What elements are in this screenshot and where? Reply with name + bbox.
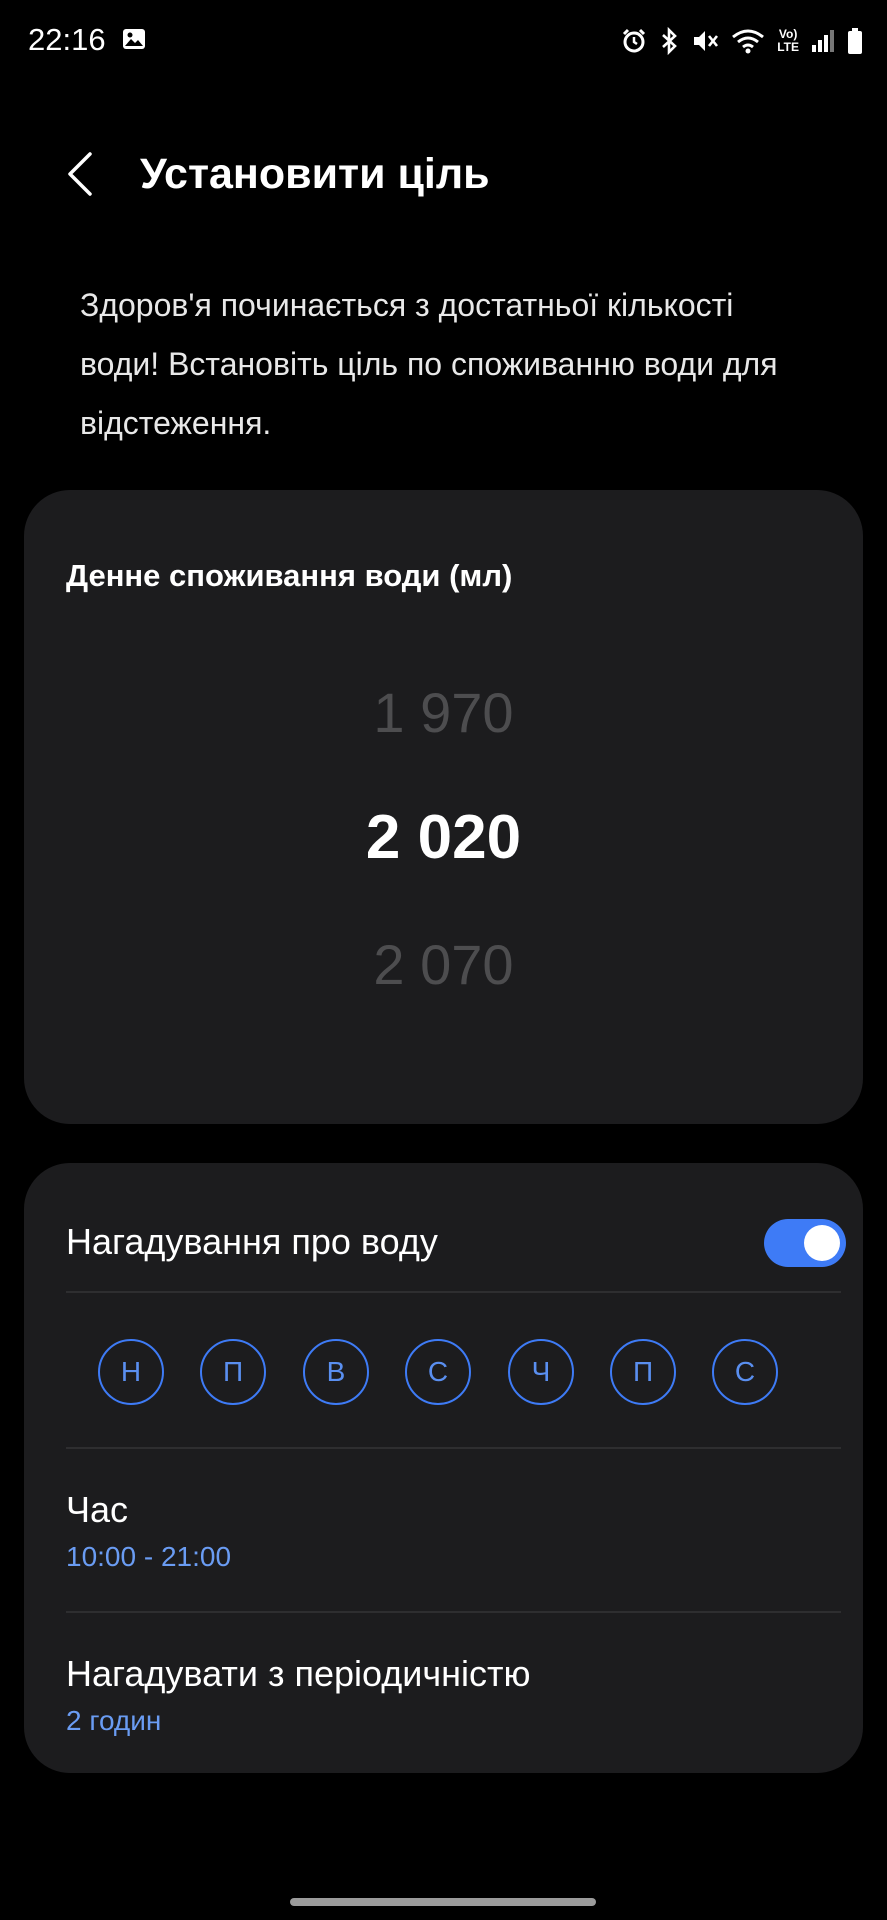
volte-bottom-label: LTE: [777, 40, 799, 54]
day-friday[interactable]: П: [610, 1339, 676, 1405]
day-monday[interactable]: П: [200, 1339, 266, 1405]
reminder-time-row[interactable]: Час 10:00 - 21:00: [66, 1489, 846, 1573]
divider: [66, 1447, 841, 1449]
gallery-icon: [122, 28, 146, 50]
chevron-left-icon: [66, 151, 94, 202]
reminder-frequency-row[interactable]: Нагадувати з періодичністю 2 годин: [66, 1653, 846, 1737]
reminder-frequency-label: Нагадувати з періодичністю: [66, 1653, 531, 1694]
mute-icon: [691, 27, 719, 55]
water-reminder-row[interactable]: Нагадування про воду: [66, 1201, 846, 1285]
reminder-time-value: 10:00 - 21:00: [66, 1541, 232, 1572]
page-title: Установити ціль: [140, 150, 490, 198]
bluetooth-icon: [659, 27, 679, 55]
status-icons: Vo) LTE: [621, 24, 863, 58]
day-wednesday[interactable]: С: [405, 1339, 471, 1405]
divider: [66, 1291, 841, 1293]
water-goal-label: Денне споживання води (мл): [66, 558, 513, 593]
water-amount-picker[interactable]: 1 970 2 020 2 070: [24, 670, 863, 1030]
divider: [66, 1611, 841, 1613]
water-reminder-title: Нагадування про воду: [66, 1221, 438, 1262]
reminder-frequency-value: 2 годин: [66, 1705, 162, 1736]
volte-icon: Vo) LTE: [777, 28, 799, 54]
day-sunday[interactable]: Н: [98, 1339, 164, 1405]
toggle-knob: [804, 1225, 840, 1261]
back-button[interactable]: [56, 146, 104, 206]
battery-icon: [847, 27, 863, 55]
home-indicator[interactable]: [290, 1898, 596, 1906]
reminder-time-label: Час: [66, 1489, 129, 1530]
day-thursday[interactable]: Ч: [508, 1339, 574, 1405]
intro-text: Здоров'я починається з достатньої кілько…: [80, 287, 778, 441]
water-reminder-card: Нагадування про воду Н П В С Ч П С Час 1…: [24, 1163, 863, 1773]
weekday-selector: Н П В С Ч П С: [98, 1339, 818, 1415]
picker-previous-value[interactable]: 1 970: [24, 680, 863, 745]
signal-icon: [811, 29, 835, 53]
alarm-icon: [621, 28, 647, 54]
water-goal-card: Денне споживання води (мл) 1 970 2 020 2…: [24, 490, 863, 1124]
day-saturday[interactable]: С: [712, 1339, 778, 1405]
day-tuesday[interactable]: В: [303, 1339, 369, 1405]
water-reminder-toggle[interactable]: [764, 1219, 846, 1267]
picker-selected-value[interactable]: 2 020: [24, 802, 863, 873]
picker-next-value[interactable]: 2 070: [24, 932, 863, 997]
wifi-icon: [731, 28, 765, 54]
status-time: 22:16: [28, 22, 106, 57]
status-bar: 22:16 Vo) LTE: [0, 0, 887, 84]
